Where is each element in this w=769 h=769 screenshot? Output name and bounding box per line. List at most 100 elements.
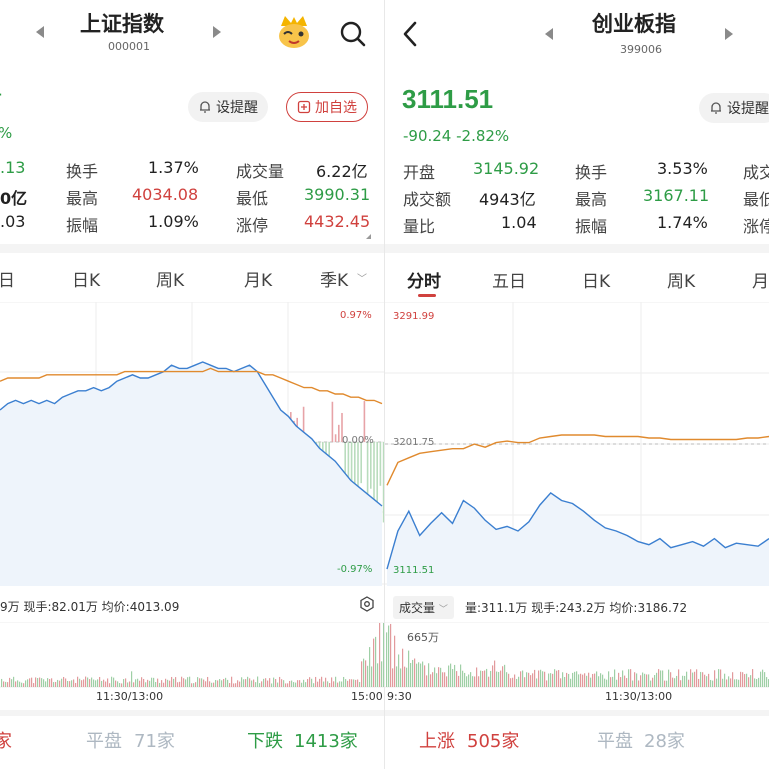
volume-bar (251, 680, 253, 687)
volume-bar (588, 672, 590, 687)
chevron-down-icon[interactable]: ﹀ (357, 270, 367, 285)
volume-bar (45, 681, 47, 687)
top-price-label: 3291.99 (393, 311, 435, 322)
volume-bar (23, 683, 25, 687)
volume-bar (572, 672, 574, 687)
tab-quarterly-k[interactable]: 季K (320, 266, 348, 291)
add-watchlist-label: 加自选 (315, 100, 357, 116)
volume-bar (712, 680, 714, 687)
volume-bar (734, 679, 736, 687)
volume-bar (728, 676, 730, 687)
volume-bar (181, 676, 183, 687)
volume-bar (740, 671, 742, 687)
volume-bar (367, 665, 369, 687)
tab-monthly-k[interactable]: 月 (752, 267, 769, 292)
volume-bar (285, 683, 287, 687)
volume-bar (203, 679, 205, 687)
intraday-chart[interactable] (385, 302, 769, 586)
volume-bar (163, 682, 165, 687)
volume-bar (95, 680, 97, 687)
stat-label: 最低 (743, 190, 769, 209)
volume-bar (253, 679, 255, 687)
tab-weekly-k[interactable]: 周K (156, 266, 184, 291)
volume-bar (448, 665, 450, 687)
settings-icon[interactable] (359, 596, 375, 612)
volume-bar (355, 679, 357, 687)
active-tab-indicator (418, 294, 436, 297)
advancers-count: 505家 (467, 731, 520, 752)
volume-bar (227, 679, 229, 687)
indicator-select[interactable]: 成交量 ﹀ (393, 596, 454, 619)
expand-corner-icon[interactable] (366, 234, 371, 239)
volume-bar (331, 677, 333, 687)
volume-bar (760, 671, 762, 687)
tab-daily-k[interactable]: 日K (72, 266, 100, 291)
volume-bar (470, 672, 472, 687)
volume-bar (111, 676, 113, 687)
volume-bar (754, 678, 756, 687)
volume-bar (412, 659, 414, 687)
volume-chart[interactable] (385, 622, 769, 688)
volume-bar (297, 680, 299, 687)
volume-bar (512, 677, 514, 687)
volume-bar (750, 675, 752, 687)
volume-bar (43, 679, 45, 687)
volume-bar (532, 673, 534, 687)
volume-bar (522, 670, 524, 687)
volume-bar (644, 673, 646, 687)
volume-bar (744, 674, 746, 687)
volume-bar (27, 679, 29, 687)
intraday-chart[interactable] (0, 302, 384, 586)
volume-bar (498, 672, 500, 687)
volume-bar (610, 677, 612, 687)
prev-index-arrow-icon[interactable] (545, 28, 553, 40)
volume-bar (642, 672, 644, 687)
volume-bar (386, 632, 388, 687)
search-icon[interactable] (339, 20, 367, 48)
volume-bar (452, 669, 454, 687)
next-index-arrow-icon[interactable] (213, 26, 221, 38)
set-alert-button[interactable]: 设提醒 (699, 93, 769, 123)
volume-chart[interactable] (0, 622, 384, 688)
tab-weekly-k[interactable]: 周K (667, 267, 695, 292)
volume-bar (390, 623, 392, 687)
add-watchlist-button[interactable]: 加自选 (286, 92, 368, 122)
mascot-icon[interactable] (275, 14, 313, 50)
volume-bar (460, 664, 462, 687)
volume-bar (634, 672, 636, 687)
volume-bar (137, 678, 139, 687)
volume-bar (502, 666, 504, 687)
volume-bar (616, 679, 618, 687)
tab-five-day[interactable]: 日 (0, 266, 15, 291)
tab-daily-k[interactable]: 日K (582, 267, 610, 292)
tab-intraday[interactable]: 分时 (407, 267, 441, 292)
volume-bar (207, 676, 209, 687)
volume-bar (508, 673, 510, 687)
volume-bar (678, 669, 680, 687)
volume-bar (582, 674, 584, 687)
tab-five-day[interactable]: 五日 (492, 267, 526, 292)
volume-bar (283, 680, 285, 687)
stat-label: 最高 (66, 189, 99, 208)
next-index-arrow-icon[interactable] (725, 28, 733, 40)
tab-monthly-k[interactable]: 月K (244, 266, 272, 291)
volume-bar (281, 679, 283, 687)
volume-bar (9, 677, 11, 687)
volume-bar (115, 680, 117, 687)
prev-index-arrow-icon[interactable] (36, 26, 44, 38)
volume-bar (450, 663, 452, 687)
volume-bar (430, 674, 432, 687)
volume-bar (440, 667, 442, 687)
volume-bar (668, 669, 670, 687)
set-alert-button[interactable]: 设提醒 (188, 92, 268, 122)
back-arrow-icon[interactable] (401, 20, 419, 48)
stat-label: 涨停 (236, 216, 269, 235)
price-area (0, 362, 382, 586)
volume-bar (672, 677, 674, 687)
volume-bar (39, 677, 41, 687)
volume-bar (249, 678, 251, 687)
volume-bar (630, 669, 632, 687)
bottom-price-label: 3111.51 (393, 565, 435, 576)
volume-bar (422, 661, 424, 687)
stat-partial: 0亿 (0, 189, 28, 208)
